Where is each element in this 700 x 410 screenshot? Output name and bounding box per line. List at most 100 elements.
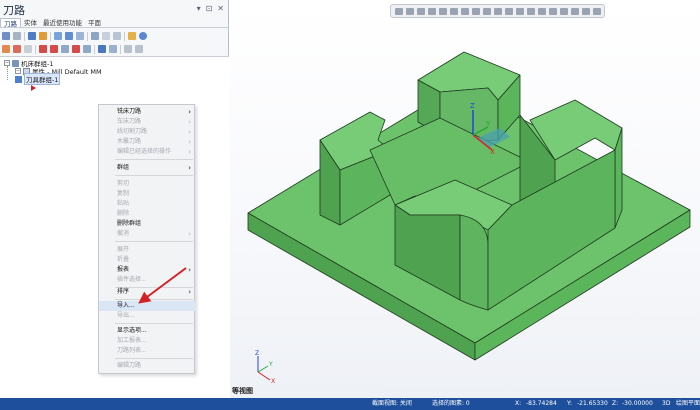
menu-separator xyxy=(115,241,193,242)
tab-solids[interactable]: 实体 xyxy=(21,18,40,27)
backplot-icon[interactable] xyxy=(54,32,62,40)
panel-toolbar-row-2 xyxy=(2,43,227,55)
triad-z-label: Z xyxy=(255,350,259,357)
menu-separator xyxy=(115,159,193,160)
menu-label: 车床刀路 xyxy=(117,118,142,125)
wcs-z-label: Z xyxy=(470,102,475,110)
menu-label: 加工报表... xyxy=(117,337,147,344)
toolbar-separator xyxy=(35,44,36,54)
submenu-arrow-icon: › xyxy=(188,108,191,116)
y-coord-value: -21.65330 xyxy=(577,400,608,407)
options-icon[interactable] xyxy=(124,45,132,53)
menu-label: 导入... xyxy=(117,302,135,309)
menu-label: 剪切 xyxy=(117,180,130,187)
toggle-post-icon[interactable] xyxy=(24,45,32,53)
lock-toolpath-icon[interactable] xyxy=(2,45,10,53)
menu-item-collapse: 折叠 xyxy=(99,255,196,265)
part-model: X Y Z Z Y X xyxy=(247,51,691,385)
menu-item-wire-toolpaths: 线切割刀路 › xyxy=(99,127,196,137)
menu-item-mill-toolpaths[interactable]: 铣床刀路 › xyxy=(99,107,196,117)
panel-controls: ▾ ⊡ ✕ xyxy=(197,4,224,13)
mode-3d-toggle[interactable]: 3D xyxy=(662,398,670,410)
menu-item-groups[interactable]: 群组 › xyxy=(99,163,196,173)
panel-menu-icon[interactable]: ▾ xyxy=(197,4,201,13)
plane-status[interactable]: 绘图平面 xyxy=(676,398,700,410)
triad-y-label: Y xyxy=(268,361,273,368)
menu-item-display-options[interactable]: 显示选项... xyxy=(99,326,196,336)
panel-pin-icon[interactable]: ⊡ xyxy=(206,4,213,13)
menu-item-lathe-toolpaths: 车床刀路 › xyxy=(99,117,196,127)
menu-label: 复制 xyxy=(117,190,130,197)
view-triad: Z Y X xyxy=(255,350,275,385)
y-coord-label: Y: xyxy=(567,400,572,407)
context-menu: 铣床刀路 › 车床刀路 › 线切割刀路 › 木雕刀路 › 编辑已经选择的操作 › 群组 › … xyxy=(98,104,196,374)
menu-item-undo: 撤消 › xyxy=(99,229,196,239)
section-view-status[interactable]: 截面视图: 关闭 xyxy=(372,398,412,410)
help-icon[interactable] xyxy=(139,32,147,40)
menu-separator xyxy=(115,358,193,359)
verify-icon[interactable] xyxy=(65,32,73,40)
panel-close-icon[interactable]: ✕ xyxy=(217,4,224,13)
menu-label: 排序 xyxy=(117,288,130,295)
post-icon[interactable] xyxy=(91,32,99,40)
menu-item-delete-group[interactable]: 删除群组 xyxy=(99,219,196,229)
menu-label: 线切割刀路 xyxy=(117,128,148,135)
menu-item-sort[interactable]: 排序 › xyxy=(99,287,196,297)
menu-item-cut: 剪切 xyxy=(99,179,196,189)
submenu-arrow-icon: › xyxy=(188,230,191,238)
display-selected-icon[interactable] xyxy=(98,45,106,53)
insert-after-icon[interactable] xyxy=(61,45,69,53)
menu-separator xyxy=(115,323,193,324)
submenu-arrow-icon: › xyxy=(188,148,191,156)
toggle-display-icon[interactable] xyxy=(13,45,21,53)
display-all-icon[interactable] xyxy=(109,45,117,53)
menu-item-addins: 插件选择... xyxy=(99,275,196,285)
z-coord-label: Z: xyxy=(612,400,619,407)
menu-label: 折叠 xyxy=(117,256,130,263)
expand-icon[interactable]: − xyxy=(15,68,21,74)
menu-item-copy: 复制 xyxy=(99,189,196,199)
wcs-x-label: X xyxy=(490,148,495,156)
menu-item-toolpath-list: 刀路列表... xyxy=(99,346,196,356)
tree-node-toolpath-group[interactable]: 刀具群组-1 xyxy=(15,73,61,85)
menu-item-import[interactable]: 导入... xyxy=(99,301,196,311)
graphics-viewport[interactable]: X Y Z Z Y X 等视图 xyxy=(230,0,700,398)
tree-guide-line xyxy=(7,66,8,80)
regenerate-icon[interactable] xyxy=(28,32,36,40)
menu-label: 编辑刀路 xyxy=(117,362,142,369)
view-name-label: 等视图 xyxy=(232,387,253,395)
collapse-icon[interactable]: − xyxy=(4,60,10,66)
insert-arrow-marker xyxy=(31,85,36,91)
toolpath-group-icon xyxy=(15,75,22,83)
menu-label: 撤消 xyxy=(117,230,130,237)
scroll-to-insert-icon[interactable] xyxy=(83,45,91,53)
regenerate-dirty-icon[interactable] xyxy=(39,32,47,40)
move-up-icon[interactable] xyxy=(50,45,58,53)
menu-item-router-toolpaths: 木雕刀路 › xyxy=(99,137,196,147)
tab-recent-functions[interactable]: 最近使用功能 xyxy=(40,18,85,27)
select-dirty-icon[interactable] xyxy=(13,32,21,40)
submenu-arrow-icon: › xyxy=(188,164,191,172)
wand-icon[interactable] xyxy=(128,32,136,40)
tab-toolpaths[interactable]: 刀路 xyxy=(0,18,21,28)
toolbar-separator xyxy=(87,31,88,41)
tab-planes[interactable]: 平面 xyxy=(85,18,104,27)
triad-x-label: X xyxy=(271,378,275,385)
filter-icon[interactable] xyxy=(135,45,143,53)
move-down-icon[interactable] xyxy=(39,45,47,53)
x-coord-value: -83.74284 xyxy=(526,400,557,407)
z-coord-value: -30.00000 xyxy=(622,400,653,407)
toolbar-separator xyxy=(24,31,25,41)
simulate-icon[interactable] xyxy=(76,32,84,40)
select-all-icon[interactable] xyxy=(2,32,10,40)
menu-item-edit-selected: 编辑已经选择的操作 › xyxy=(99,147,196,157)
menu-separator xyxy=(115,175,193,176)
x-coord-label: X: xyxy=(515,400,522,407)
menu-label: 删除 xyxy=(117,210,130,217)
highfeed-icon[interactable] xyxy=(102,32,110,40)
lock-icon[interactable] xyxy=(113,32,121,40)
menu-item-reports[interactable]: 报表 › xyxy=(99,265,196,275)
insert-arrow-icon[interactable] xyxy=(72,45,80,53)
menu-label: 群组 xyxy=(117,164,130,171)
submenu-arrow-icon: › xyxy=(188,118,191,126)
